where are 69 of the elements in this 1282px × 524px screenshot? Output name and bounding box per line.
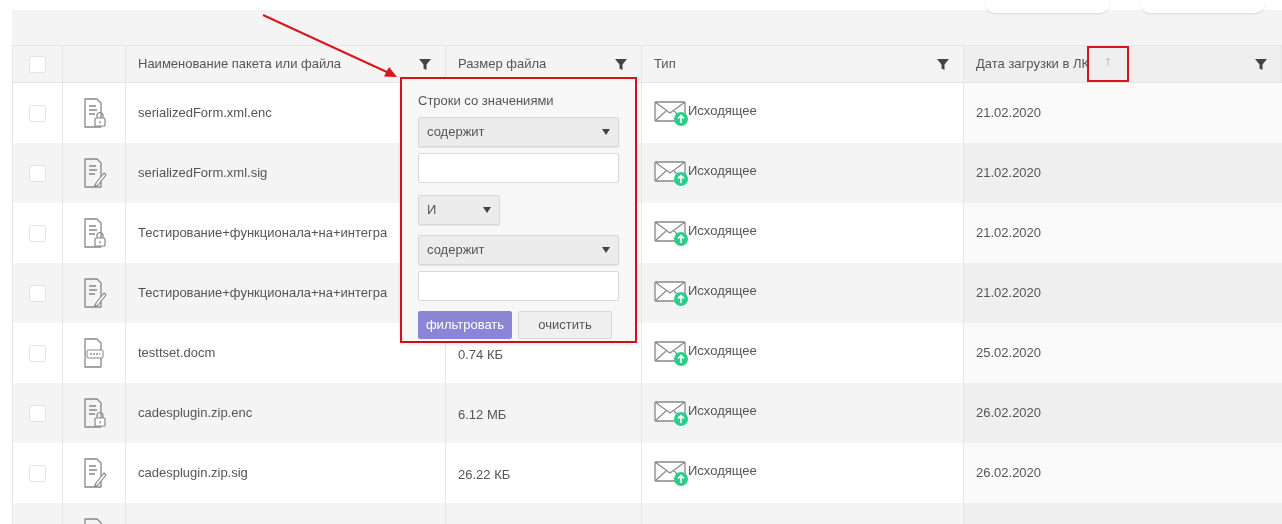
locked-document-icon — [82, 218, 106, 248]
caret-icon — [483, 206, 491, 213]
toolbar-button[interactable] — [985, 0, 1110, 13]
locked-document-icon — [82, 98, 106, 128]
document-pen-icon — [81, 158, 107, 188]
document-pen-icon — [81, 278, 107, 308]
filter-button[interactable] — [937, 58, 949, 70]
file-name[interactable]: Тестирование+функционала+на+интегра — [138, 223, 388, 243]
outgoing-mail-icon — [654, 460, 688, 486]
table-cell-text: 25.02.2020 — [976, 344, 1042, 363]
input-field[interactable] — [418, 270, 619, 301]
file-name[interactable]: serializedForm.xml.sig — [138, 163, 268, 183]
checkbox[interactable] — [29, 104, 46, 122]
dropdown[interactable]: содержит — [418, 234, 619, 265]
checkbox[interactable] — [29, 55, 46, 73]
table-cell-text: 21.02.2020 — [976, 284, 1042, 303]
input-field[interactable] — [418, 152, 619, 183]
doc-file-icon — [82, 338, 106, 368]
outgoing-mail-icon — [654, 340, 688, 366]
file-name[interactable]: serializedForm.xml.enc — [138, 103, 272, 123]
table-cell-text: Исходящее — [688, 402, 757, 421]
table-cell-text: 21.02.2020 — [976, 224, 1042, 243]
outgoing-mail-icon — [654, 100, 688, 126]
table-cell-text: Исходящее — [688, 462, 757, 481]
outgoing-mail-icon — [654, 280, 688, 306]
clear-button[interactable]: очистить — [518, 310, 612, 339]
filter-button[interactable] — [419, 58, 431, 70]
filter-icon — [615, 58, 627, 70]
table-cell-text: Исходящее — [688, 162, 757, 181]
column-header[interactable]: Тип — [654, 54, 676, 74]
table-cell-text: Исходящее — [688, 102, 757, 121]
document-pen-icon — [81, 458, 107, 488]
table-cell-text: 26.02.2020 — [976, 404, 1042, 423]
table-cell-text: 0.74 КБ — [458, 346, 504, 365]
table-cell-text: 21.02.2020 — [976, 104, 1042, 123]
checkbox[interactable] — [29, 404, 46, 422]
file-name[interactable]: cadesplugin.zip.sig — [138, 463, 248, 483]
filter-button[interactable] — [615, 58, 627, 70]
file-name[interactable]: Тестирование+функционала+на+интегра — [138, 283, 388, 303]
checkbox[interactable] — [29, 284, 46, 302]
file-name[interactable]: cadesplugin.zip.enc — [138, 403, 253, 423]
caret-icon — [602, 246, 610, 253]
filter-button[interactable] — [1255, 58, 1267, 70]
table-cell-text: 26.02.2020 — [976, 464, 1042, 483]
popup-title: Строки со значениями — [418, 92, 555, 110]
caret-icon — [602, 128, 610, 135]
table-cell-text: Исходящее — [688, 342, 757, 361]
table-cell-text: Исходящее — [688, 282, 757, 301]
dropdown[interactable]: И — [418, 194, 500, 225]
table-cell-text: Исходящее — [688, 222, 757, 241]
outgoing-mail-icon — [654, 220, 688, 246]
checkbox[interactable] — [29, 464, 46, 482]
column-header[interactable]: Наименование пакета или файла — [138, 54, 341, 74]
checkbox[interactable] — [29, 224, 46, 242]
outgoing-mail-icon — [654, 400, 688, 426]
locked-document-icon — [82, 398, 106, 428]
checkbox[interactable] — [29, 344, 46, 362]
toolbar-button[interactable] — [1140, 0, 1265, 13]
table-cell-text: 6.12 МБ — [458, 406, 507, 425]
filter-icon — [937, 58, 949, 70]
table-cell-text: 26.22 КБ — [458, 466, 511, 485]
checkbox[interactable] — [29, 164, 46, 182]
filter-icon — [419, 58, 431, 70]
table-cell-text: 21.02.2020 — [976, 164, 1042, 183]
dropdown[interactable]: содержит — [418, 116, 619, 147]
outgoing-mail-icon — [654, 160, 688, 186]
column-header[interactable]: Размер файла — [458, 54, 547, 74]
filter-icon — [1255, 58, 1267, 70]
file-name[interactable]: testtset.docm — [138, 343, 216, 363]
